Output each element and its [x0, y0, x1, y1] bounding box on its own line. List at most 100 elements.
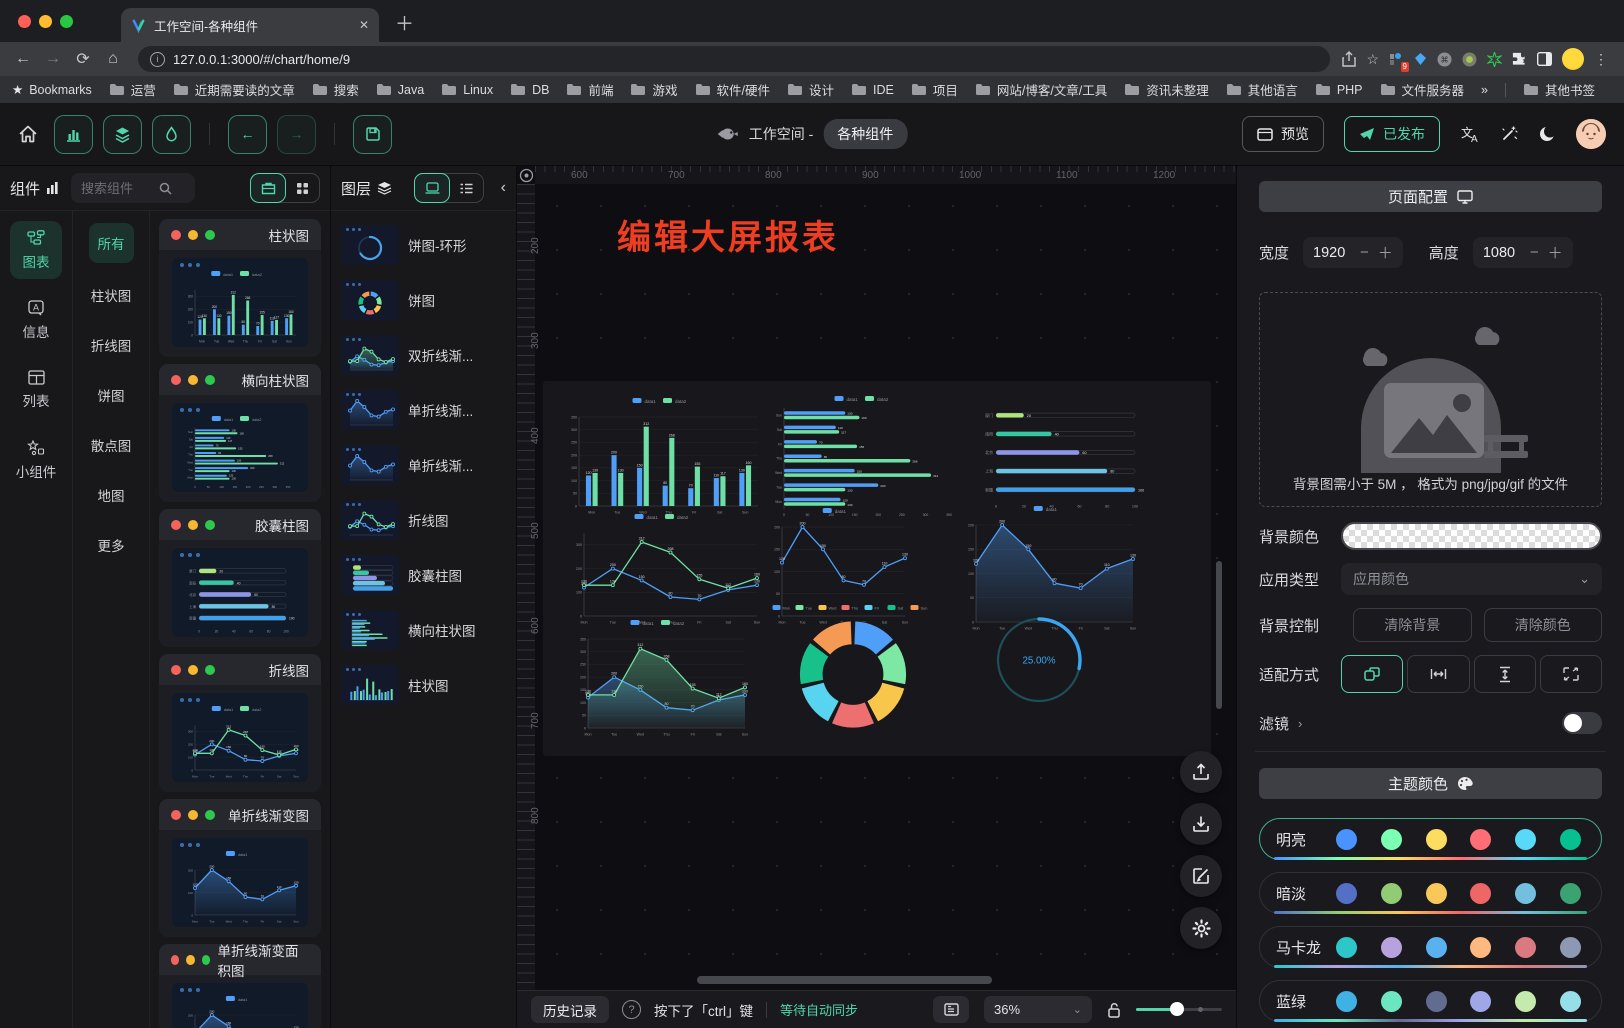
chart-mode-button[interactable]: [54, 115, 93, 154]
extension-badge-icon[interactable]: 9: [1389, 52, 1404, 67]
bookmark-folder-other[interactable]: 其他书签: [1523, 80, 1595, 99]
zoom-select[interactable]: 36%⌄: [984, 996, 1092, 1023]
theme-color-header[interactable]: 主题颜色: [1259, 768, 1602, 799]
theme-color-dot[interactable]: [1381, 829, 1402, 850]
bookmark-folder[interactable]: 运营: [109, 80, 156, 99]
theme-color-dot[interactable]: [1515, 829, 1536, 850]
canvas-chart-hbar[interactable]: data1data2050100150200250300350Sun130160…: [767, 395, 963, 517]
new-tab-button[interactable]: ＋: [379, 9, 414, 42]
theme-row-bluegreen[interactable]: 蓝绿: [1259, 980, 1602, 1022]
layer-item-capsule[interactable]: 胶囊柱图: [341, 555, 506, 595]
extension-star-icon[interactable]: [1487, 52, 1502, 67]
nav-item-list[interactable]: 列表: [10, 361, 62, 419]
category-map[interactable]: 地图: [92, 477, 131, 513]
canvas-vscrollbar[interactable]: [1216, 561, 1222, 709]
bookmark-folder[interactable]: DB: [510, 80, 549, 99]
extension-dot-icon[interactable]: [1462, 52, 1477, 67]
filter-toggle[interactable]: [1562, 712, 1602, 734]
theme-color-dot[interactable]: [1470, 883, 1491, 904]
canvas-chart-capsule[interactable]: 厦门20南阳40北京60上海80新疆100020406080100: [975, 401, 1151, 509]
extension-kite-icon[interactable]: [1414, 52, 1427, 67]
bookmark-folder[interactable]: 资讯未整理: [1124, 80, 1209, 99]
browser-tab[interactable]: 工作空间-各种组件 ✕: [121, 8, 379, 42]
component-card-capsule[interactable]: 胶囊柱图 厦门20南阳40北京60上海80新疆100020406080100: [159, 509, 321, 647]
bookmark-folder[interactable]: 项目: [911, 80, 958, 99]
preview-button[interactable]: 预览: [1242, 116, 1324, 152]
theme-color-dot[interactable]: [1336, 937, 1357, 958]
window-close-button[interactable]: [18, 15, 31, 28]
canvas-hscrollbar[interactable]: [697, 976, 992, 984]
theme-droplet-button[interactable]: [152, 115, 191, 154]
design-canvas[interactable]: 6007008009001000110012001300 20030040050…: [517, 166, 1236, 1028]
decrement-icon[interactable]: −: [1360, 244, 1369, 261]
layer-item-line[interactable]: 折线图: [341, 500, 506, 540]
canvas-chart-gauge[interactable]: 25.00%: [991, 605, 1087, 711]
layer-item-single-line-gradient-1[interactable]: 单折线渐...: [341, 390, 506, 430]
window-minimize-button[interactable]: [39, 15, 52, 28]
site-info-icon[interactable]: i: [150, 52, 165, 67]
settings-gear-icon[interactable]: [1180, 907, 1222, 949]
theme-color-dot[interactable]: [1381, 937, 1402, 958]
history-button[interactable]: 历史记录: [531, 996, 609, 1023]
theme-color-dot[interactable]: [1426, 829, 1447, 850]
theme-color-dot[interactable]: [1515, 991, 1536, 1012]
layers-mode-button[interactable]: [103, 115, 142, 154]
nav-item-charts[interactable]: 图表: [10, 221, 62, 279]
component-card-line-gradient[interactable]: 单折线渐变图 data11002000MonTueWedThuFriSatSun…: [159, 799, 321, 937]
theme-row-macaron[interactable]: 马卡龙: [1259, 926, 1602, 968]
theme-color-dot[interactable]: [1560, 991, 1581, 1012]
theme-color-dot[interactable]: [1470, 829, 1491, 850]
home-icon[interactable]: ⌂: [100, 50, 126, 68]
profile-avatar[interactable]: [1562, 48, 1584, 70]
component-card-line-gradient-area[interactable]: 单折线渐变面积图 data11002000MonTueWedThuFriSatS…: [159, 944, 321, 1028]
decrement-icon[interactable]: −: [1530, 244, 1539, 261]
theme-row-bright[interactable]: 明亮: [1259, 818, 1602, 860]
clear-color-button[interactable]: 清除颜色: [1484, 608, 1603, 642]
slider-knob[interactable]: [1170, 1002, 1184, 1016]
theme-color-dot[interactable]: [1426, 991, 1447, 1012]
theme-color-dot[interactable]: [1470, 937, 1491, 958]
theme-color-dot[interactable]: [1426, 883, 1447, 904]
bookmark-folder[interactable]: 近期需要读的文章: [173, 80, 295, 99]
theme-color-dot[interactable]: [1381, 883, 1402, 904]
sidebar-toggle-icon[interactable]: [1537, 52, 1552, 66]
theme-color-dot[interactable]: [1515, 937, 1536, 958]
bookmark-folder[interactable]: 软件/硬件: [695, 80, 770, 99]
bookmarks-manager[interactable]: ★ Bookmarks: [12, 82, 92, 97]
bookmark-folder[interactable]: 前端: [566, 80, 613, 99]
theme-row-dim[interactable]: 暗淡: [1259, 872, 1602, 914]
bookmark-folder[interactable]: 其他语言: [1226, 80, 1298, 99]
forward-icon[interactable]: →: [40, 50, 66, 68]
layer-item-pie[interactable]: 饼图: [341, 280, 506, 320]
app-home-icon[interactable]: [18, 125, 38, 143]
undo-button[interactable]: ←: [228, 115, 267, 154]
lock-icon[interactable]: [1107, 1002, 1121, 1018]
save-button[interactable]: [353, 115, 392, 154]
increment-icon[interactable]: ＋: [1378, 242, 1393, 263]
category-all[interactable]: 所有: [89, 223, 134, 263]
layer-item-dual-line-gradient[interactable]: 双折线渐...: [341, 335, 506, 375]
canvas-chart-line-dual[interactable]: data1data21002003000MonTueWedThuFriSatSu…: [567, 513, 763, 625]
theme-color-dot[interactable]: [1515, 883, 1536, 904]
dark-mode-moon-icon[interactable]: [1538, 125, 1556, 143]
app-type-select[interactable]: 应用颜色 ⌄: [1341, 563, 1602, 595]
width-stepper[interactable]: 1920 − ＋: [1303, 237, 1403, 268]
component-card-bar[interactable]: 柱状图 data1data21002003000MonTueWedThuFriS…: [159, 219, 321, 357]
reload-icon[interactable]: ⟳: [70, 49, 96, 69]
address-bar[interactable]: i 127.0.0.1:3000/#/chart/home/9: [138, 46, 1330, 72]
bookmark-folder[interactable]: Java: [376, 80, 424, 99]
magic-wand-icon[interactable]: [1500, 125, 1518, 143]
extension-command-icon[interactable]: ⌘: [1437, 52, 1452, 67]
bookmark-folder[interactable]: PHP: [1315, 80, 1363, 99]
window-zoom-button[interactable]: [60, 15, 73, 28]
layout-panel-icon[interactable]: [933, 996, 969, 1023]
theme-color-dot[interactable]: [1336, 883, 1357, 904]
category-scatter[interactable]: 散点图: [85, 427, 138, 463]
import-icon[interactable]: [1180, 803, 1222, 845]
category-bar[interactable]: 柱状图: [85, 277, 138, 313]
theme-color-dot[interactable]: [1381, 991, 1402, 1012]
category-line[interactable]: 折线图: [85, 327, 138, 363]
theme-color-dot[interactable]: [1560, 937, 1581, 958]
background-upload-dropzone[interactable]: 背景图需小于 5M ， 格式为 png/jpg/gif 的文件: [1259, 292, 1602, 507]
fit-scale-button[interactable]: [1341, 655, 1403, 693]
